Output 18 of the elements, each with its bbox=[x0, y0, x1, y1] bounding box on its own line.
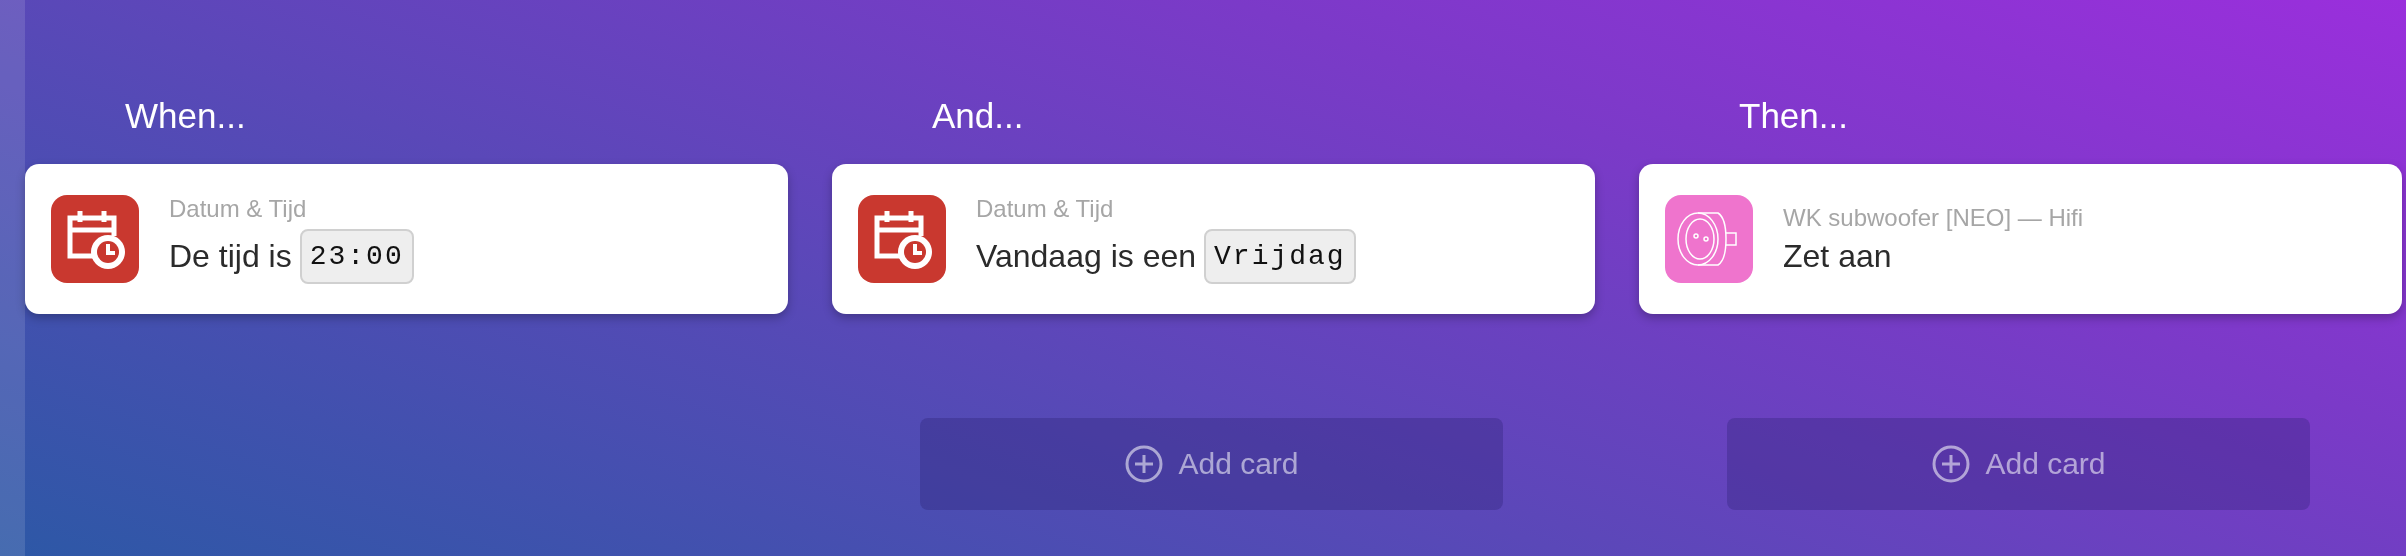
value-chip[interactable]: 23:00 bbox=[299, 228, 414, 284]
value-chip[interactable]: Vrijdag bbox=[1204, 228, 1356, 284]
card-text: Vandaag is een bbox=[976, 237, 1197, 275]
card-source: WK subwoofer [NEO] — Hifi bbox=[1783, 203, 2084, 232]
plus-circle-icon bbox=[1124, 444, 1165, 484]
add-card-button[interactable]: Add card bbox=[920, 418, 1503, 510]
column-heading: And... bbox=[932, 95, 1025, 137]
add-card-button[interactable]: Add card bbox=[1727, 418, 2310, 510]
flow-card[interactable]: Datum & Tijd De tijd is 23:00 bbox=[25, 164, 788, 314]
flow-card[interactable]: WK subwoofer [NEO] — Hifi Zet aan bbox=[1639, 164, 2402, 314]
card-text: De tijd is bbox=[169, 237, 292, 275]
card-source: Datum & Tijd bbox=[169, 194, 308, 223]
column-heading: When... bbox=[125, 95, 247, 137]
column-heading: Then... bbox=[1739, 95, 1849, 137]
card-text: Zet aan bbox=[1783, 237, 1892, 275]
flow-card[interactable]: Datum & Tijd Vandaag is een Vrijdag bbox=[832, 164, 1595, 314]
card-source: Datum & Tijd bbox=[976, 194, 1115, 223]
plus-circle-icon bbox=[1931, 444, 1972, 484]
